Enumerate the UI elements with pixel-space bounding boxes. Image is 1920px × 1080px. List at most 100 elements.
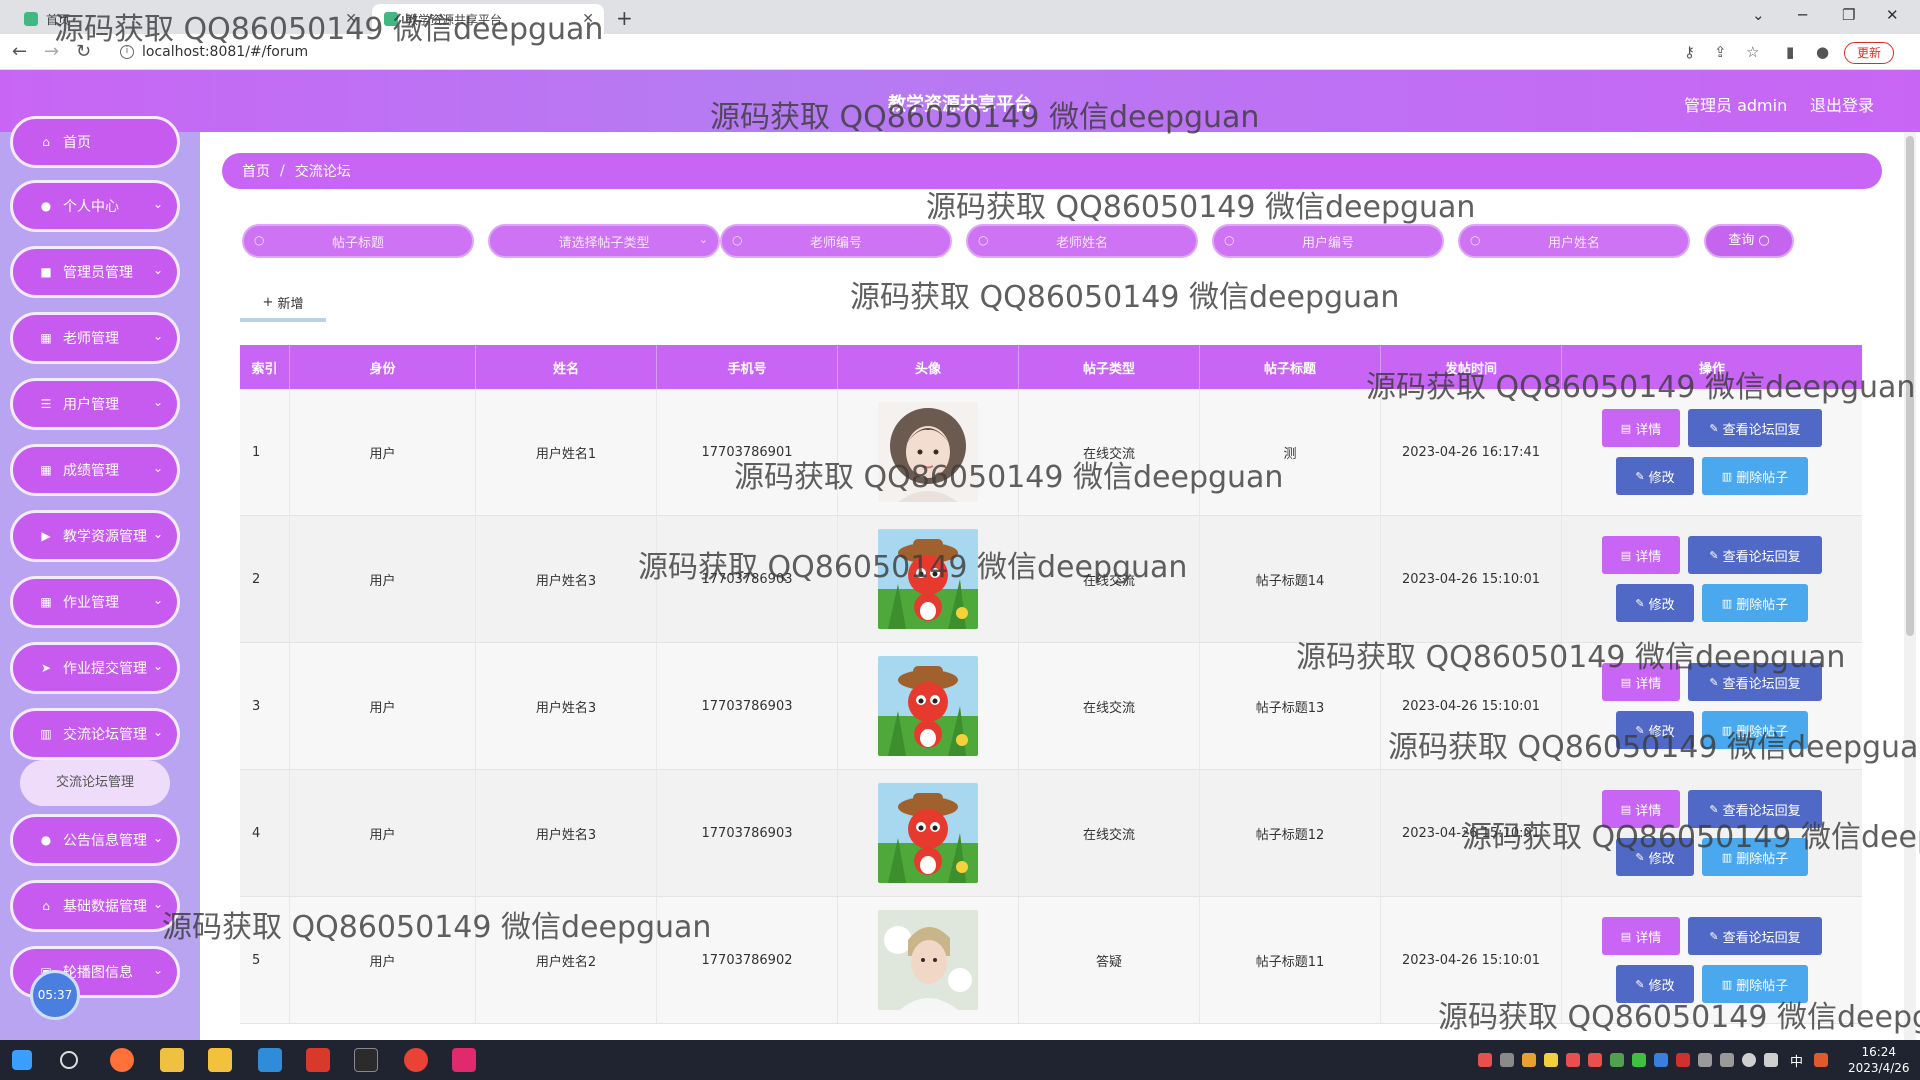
detail-button[interactable]: ▤ 详情 [1602, 917, 1680, 955]
tray-app-icon[interactable] [1478, 1053, 1492, 1067]
user-icon: ● [40, 199, 52, 213]
sidebar-subitem-forum-manage[interactable]: 交流论坛管理 [20, 760, 170, 806]
search-icon: ○ [978, 233, 989, 247]
delete-post-button[interactable]: ▥ 删除帖子 [1702, 457, 1808, 495]
sidebar-item-home[interactable]: ⌂ 首页 [10, 116, 180, 168]
profile-icon[interactable]: ● [1816, 43, 1829, 61]
delete-post-button[interactable]: ▥ 删除帖子 [1702, 584, 1808, 622]
tab-search-icon[interactable]: ⌄ [1752, 6, 1765, 24]
column-header: 姓名 [476, 345, 657, 389]
sidebar-item-basic-data[interactable]: ⌂ 基础数据管理 ⌄ [10, 880, 180, 932]
tray-app-icon[interactable] [1500, 1053, 1514, 1067]
wifi-icon[interactable] [1742, 1053, 1756, 1067]
column-header: 头像 [838, 345, 1019, 389]
vscode-icon[interactable] [258, 1048, 282, 1072]
sidebar-item-resource[interactable]: ▶ 教学资源管理 ⌄ [10, 510, 180, 562]
breadcrumb-separator: / [280, 163, 285, 179]
edit-icon: ✎ [1709, 548, 1719, 562]
search-icon: ○ [1758, 233, 1770, 248]
wechat-icon[interactable] [1632, 1053, 1646, 1067]
edit-icon: ✎ [1709, 929, 1719, 943]
avatar [878, 783, 978, 883]
document-icon: ▤ [1620, 421, 1632, 435]
post-title-input[interactable]: ○ 帖子标题 [242, 224, 474, 258]
windows-start-icon[interactable] [12, 1050, 32, 1070]
sidebar-panel-icon[interactable]: ▮ [1786, 43, 1794, 61]
chrome-icon[interactable] [404, 1048, 428, 1072]
search-icon: ○ [1470, 233, 1481, 247]
new-tab-icon[interactable]: + [616, 6, 633, 30]
back-icon[interactable]: ← [12, 41, 27, 62]
terminal-icon[interactable] [354, 1048, 378, 1072]
minimize-icon[interactable]: ─ [1798, 6, 1807, 24]
tray-app-icon[interactable] [1654, 1053, 1668, 1067]
key-icon[interactable]: ⚷ [1684, 43, 1695, 61]
tray-app-icon[interactable] [1676, 1053, 1690, 1067]
edit-icon: ✎ [1635, 977, 1645, 991]
close-window-icon[interactable]: ✕ [1886, 6, 1899, 24]
taskbar-clock[interactable]: 16:24 2023/4/26 [1848, 1044, 1910, 1076]
volume-icon[interactable] [1764, 1053, 1778, 1067]
teacher-name-input[interactable]: ○ 老师姓名 [966, 224, 1198, 258]
sidebar-item-forum[interactable]: ▥ 交流论坛管理 ⌄ [10, 708, 180, 760]
ime-indicator[interactable]: 中 [1790, 1051, 1803, 1070]
star-icon[interactable]: ☆ [1746, 43, 1759, 61]
tray-app-icon[interactable] [1610, 1053, 1624, 1067]
sidebar-item-user[interactable]: ☰ 用户管理 ⌄ [10, 378, 180, 430]
watermark: 源码获取 QQ86050149 微信deepguan [1438, 1000, 1920, 1035]
view-reply-button[interactable]: ✎ 查看论坛回复 [1688, 536, 1822, 574]
share-icon[interactable]: ⇪ [1714, 43, 1727, 61]
user-name-input[interactable]: ○ 用户姓名 [1458, 224, 1690, 258]
teacher-no-input[interactable]: ○ 老师编号 [720, 224, 952, 258]
tray-app-icon[interactable] [1544, 1053, 1558, 1067]
user-no-input[interactable]: ○ 用户编号 [1212, 224, 1444, 258]
watermark: 源码获取 QQ86050149 微信deepguan [1462, 820, 1920, 855]
edit-label: 修改 [1648, 597, 1675, 613]
sidebar-item-submission[interactable]: ➤ 作业提交管理 ⌄ [10, 642, 180, 694]
idea-icon[interactable] [452, 1048, 476, 1072]
bar-chart-icon: ▥ [40, 727, 52, 741]
cell-actions: ▤ 详情 ✎ 查看论坛回复 ✎ 修改 ▥ 删除帖子 [1562, 389, 1862, 515]
sidebar-item-label: 作业管理 [63, 595, 119, 611]
firefox-icon[interactable] [110, 1048, 134, 1072]
input-method-icon[interactable] [1814, 1053, 1828, 1067]
edit-button[interactable]: ✎ 修改 [1616, 584, 1694, 622]
wps-icon[interactable] [306, 1048, 330, 1072]
update-button[interactable]: 更新 [1844, 42, 1894, 64]
sidebar-item-admin[interactable]: ■ 管理员管理 ⌄ [10, 246, 180, 298]
battery-icon[interactable] [1720, 1053, 1734, 1067]
chevron-down-icon: ⌄ [152, 263, 163, 277]
app-icon[interactable] [160, 1048, 184, 1072]
detail-button[interactable]: ▤ 详情 [1602, 536, 1680, 574]
tray-app-icon[interactable] [1698, 1053, 1712, 1067]
view-reply-button[interactable]: ✎ 查看论坛回复 [1688, 409, 1822, 447]
sidebar-item-score[interactable]: ▦ 成绩管理 ⌄ [10, 444, 180, 496]
tray-app-icon[interactable] [1522, 1053, 1536, 1067]
detail-button[interactable]: ▤ 详情 [1602, 409, 1680, 447]
avatar [878, 910, 978, 1010]
edit-button[interactable]: ✎ 修改 [1616, 457, 1694, 495]
view-reply-button[interactable]: ✎ 查看论坛回复 [1688, 917, 1822, 955]
sidebar-item-personal-center[interactable]: ● 个人中心 ⌄ [10, 180, 180, 232]
breadcrumb-home[interactable]: 首页 [242, 161, 270, 181]
cell-name: 用户姓名3 [476, 643, 657, 769]
input-placeholder: 老师编号 [809, 235, 862, 251]
logout-link[interactable]: 退出登录 [1810, 92, 1874, 116]
sidebar-item-notice[interactable]: ● 公告信息管理 ⌄ [10, 814, 180, 866]
tray-app-icon[interactable] [1588, 1053, 1602, 1067]
tray-app-icon[interactable] [1566, 1053, 1580, 1067]
cell-role: 用户 [290, 770, 476, 896]
search-icon[interactable] [60, 1051, 78, 1069]
folder-icon[interactable] [208, 1048, 232, 1072]
sidebar-item-homework[interactable]: ▦ 作业管理 ⌄ [10, 576, 180, 628]
query-button[interactable]: 查询 ○ [1704, 224, 1794, 258]
sidebar-item-teacher[interactable]: ▦ 老师管理 ⌄ [10, 312, 180, 364]
watermark: 源码获取 QQ86050149 微信deepguan [162, 910, 712, 945]
scrollbar[interactable] [1904, 132, 1916, 1040]
post-type-select[interactable]: 请选择帖子类型 ⌄ [488, 224, 720, 258]
restore-icon[interactable]: ❐ [1842, 6, 1855, 24]
add-button[interactable]: + 新增 [240, 286, 326, 322]
edit-icon: ✎ [1635, 469, 1645, 483]
watermark: 源码获取 QQ86050149 微信deepguan [926, 190, 1476, 225]
document-icon: ▤ [1620, 548, 1632, 562]
